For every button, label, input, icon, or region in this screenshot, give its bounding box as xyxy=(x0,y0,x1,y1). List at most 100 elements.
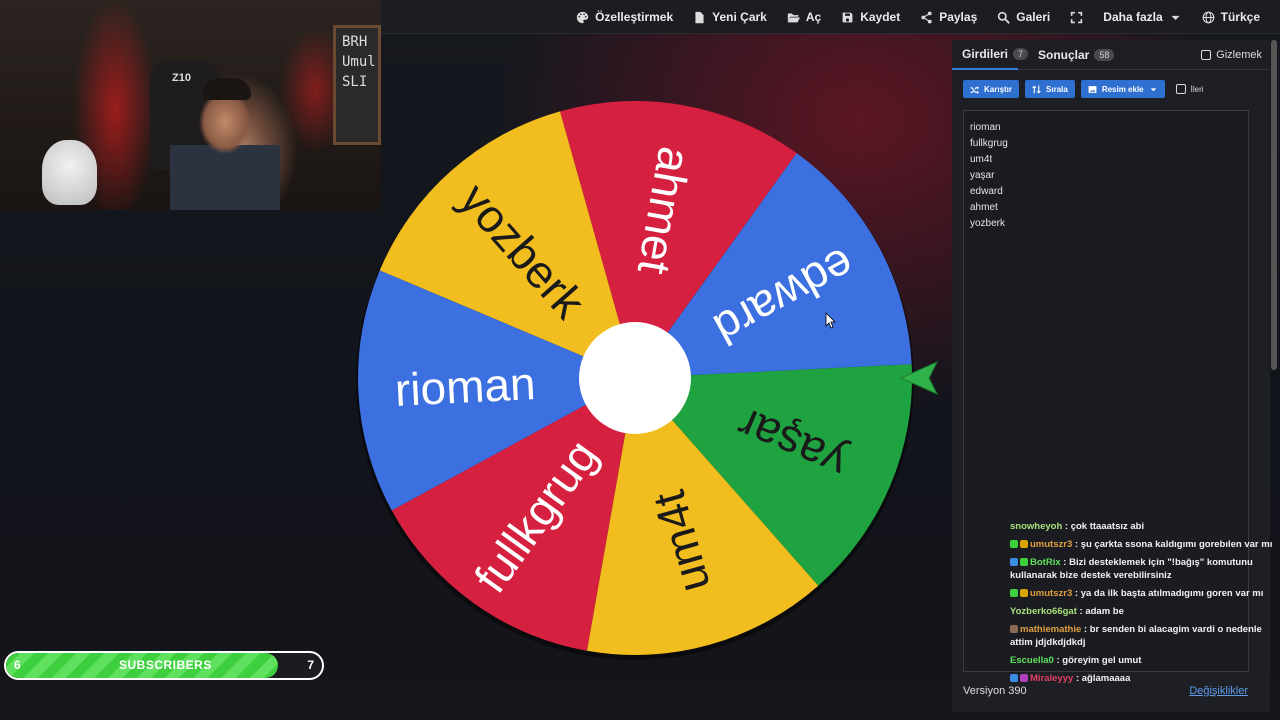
nav-menu: Özelleştirmek Yeni Çark Aç Kaydet Paylaş… xyxy=(566,0,1270,34)
chat-badge-icon xyxy=(1020,589,1028,598)
chat-message: snowheyoh : çok ttaaatsız abi xyxy=(1010,520,1278,533)
shuffle-button[interactable]: Karıştır xyxy=(963,80,1020,98)
wheel-svg[interactable]: ahmetedwardyaşarum4tfullkgrugriomanyozbe… xyxy=(355,98,915,660)
folder-open-icon xyxy=(787,11,800,24)
mouse-cursor-icon xyxy=(825,312,836,329)
subscribers-current: 6 xyxy=(14,658,21,672)
file-icon xyxy=(693,11,706,24)
nav-language[interactable]: Türkçe xyxy=(1192,0,1270,34)
chat-badge-icon xyxy=(1010,540,1018,549)
nav-open[interactable]: Aç xyxy=(777,0,831,34)
nav-customize-label: Özelleştirmek xyxy=(595,10,674,24)
chat-badge-icon xyxy=(1010,674,1018,683)
chat-text: göreyim gel umut xyxy=(1062,655,1142,666)
nav-fullscreen[interactable] xyxy=(1060,0,1093,34)
image-icon xyxy=(1088,85,1097,93)
chat-badge-icon xyxy=(1020,558,1028,567)
entry-line: edward xyxy=(970,186,1003,197)
entry-line: um4t xyxy=(970,154,993,165)
chat-separator: : xyxy=(1073,673,1082,684)
chat-username: mathiemathie xyxy=(1020,624,1082,635)
chat-text: çok ttaaatsız abi xyxy=(1070,521,1145,532)
nav-save[interactable]: Kaydet xyxy=(831,0,910,34)
tab-entries[interactable]: Girdileri 7 xyxy=(952,40,1029,70)
nav-customize[interactable]: Özelleştirmek xyxy=(566,0,683,34)
nav-gallery-label: Galeri xyxy=(1016,10,1051,24)
entry-line: rioman xyxy=(970,122,1001,133)
chat-badge-icon xyxy=(1020,540,1028,549)
hide-checkbox[interactable] xyxy=(1201,50,1212,60)
chalkboard-line: BRH xyxy=(342,34,368,50)
chat-message: BotRix : Bizi desteklemek için "!bağış" … xyxy=(1010,556,1278,582)
chat-username: BotRix xyxy=(1030,557,1061,568)
chat-username: snowheyoh xyxy=(1010,521,1063,532)
chat-text: ağlamaaaa xyxy=(1081,673,1131,684)
subscribers-goal-bar: 6 SUBSCRIBERS 7 xyxy=(4,651,324,680)
nav-new-wheel-label: Yeni Çark xyxy=(712,10,767,24)
wheel-segment-label: rioman xyxy=(394,357,537,416)
advanced-label: İleri xyxy=(1190,84,1204,94)
sort-icon xyxy=(1032,85,1042,93)
chevron-down-icon xyxy=(1150,87,1156,91)
tab-results-label: Sonuçlar xyxy=(1038,48,1090,62)
add-image-button[interactable]: Resim ekle xyxy=(1080,80,1165,98)
palette-icon xyxy=(576,11,589,24)
advanced-checkbox[interactable] xyxy=(1175,84,1186,94)
advanced-toggle[interactable]: İleri xyxy=(1175,84,1204,94)
chat-text: şu çarkta ssona kaldıgımı gorebılen var … xyxy=(1080,539,1273,550)
sort-button[interactable]: Sırala xyxy=(1025,80,1075,98)
chat-text: adam be xyxy=(1085,606,1124,617)
entry-line: ahmet xyxy=(970,202,998,213)
entry-line: yaşar xyxy=(970,170,995,181)
nav-save-label: Kaydet xyxy=(860,10,901,24)
chat-text: ya da ilk başta atılmadıgımı goren var m… xyxy=(1080,588,1264,599)
nav-more-label: Daha fazla xyxy=(1103,10,1163,24)
chat-message: umutszr3 : ya da ilk başta atılmadıgımı … xyxy=(1010,587,1278,600)
nav-share[interactable]: Paylaş xyxy=(910,0,987,34)
chat-separator: : xyxy=(1081,624,1090,635)
save-icon xyxy=(841,11,854,24)
chalkboard-line: Umul xyxy=(342,54,376,70)
chat-badge-icon xyxy=(1010,625,1018,634)
chat-message: Yozberko66gat : adam be xyxy=(1010,605,1278,618)
tab-entries-label: Girdileri xyxy=(962,47,1009,61)
tab-results[interactable]: Sonuçlar 58 xyxy=(1038,40,1115,70)
tab-entries-count: 7 xyxy=(1013,48,1029,60)
chat-separator: : xyxy=(1072,588,1081,599)
hide-toggle[interactable]: Gizlemek xyxy=(1201,49,1262,61)
spin-wheel[interactable]: ahmet edward yaşar um4t fullkgrug rioman yozbe… xyxy=(355,98,915,660)
chat-separator: : xyxy=(1072,539,1081,550)
chat-message: Miraleyyy : ağlamaaaa xyxy=(1010,672,1278,685)
entries-toolbar: Karıştır Sırala Resim ekle İleri xyxy=(963,80,1204,98)
shuffle-icon xyxy=(970,85,979,94)
subscribers-goal: 7 xyxy=(307,658,314,672)
fullscreen-icon xyxy=(1070,11,1083,24)
chat-username: umutszr3 xyxy=(1030,539,1073,550)
chair-logo: Z10 xyxy=(172,72,191,84)
globe-icon xyxy=(1202,11,1215,24)
panel-tabs: Girdileri 7 Sonuçlar 58 Gizlemek xyxy=(952,40,1270,70)
nav-share-label: Paylaş xyxy=(939,10,978,24)
nav-new-wheel[interactable]: Yeni Çark xyxy=(683,0,777,34)
sort-label: Sırala xyxy=(1046,84,1068,94)
add-image-label: Resim ekle xyxy=(1101,84,1144,94)
chat-message: mathiemathie : br senden bi alacagim var… xyxy=(1010,623,1278,649)
chat-overlay: snowheyoh : çok ttaaatsız abi umutszr3 : … xyxy=(1010,520,1278,690)
nav-more[interactable]: Daha fazla xyxy=(1093,0,1191,34)
chat-badge-icon xyxy=(1010,589,1018,598)
plush-toy xyxy=(42,140,97,205)
nav-open-label: Aç xyxy=(805,10,822,24)
nav-gallery[interactable]: Galeri xyxy=(987,0,1060,34)
page-scrollbar[interactable] xyxy=(1271,40,1277,370)
chat-badge-icon xyxy=(1020,674,1028,683)
chat-username: Yozberko66gat xyxy=(1010,606,1077,617)
share-icon xyxy=(920,11,933,24)
chat-separator: : xyxy=(1062,521,1071,532)
chalkboard-line: SLI xyxy=(342,74,368,90)
chevron-down-icon xyxy=(1169,11,1182,24)
chat-username: Miraleyyy xyxy=(1030,673,1074,684)
wheel-center-hub[interactable] xyxy=(579,322,691,434)
wheel-pointer-icon xyxy=(899,360,939,396)
tab-results-count: 58 xyxy=(1094,49,1115,61)
webcam-overlay: Z10 BRH Umul SLI xyxy=(0,0,381,210)
